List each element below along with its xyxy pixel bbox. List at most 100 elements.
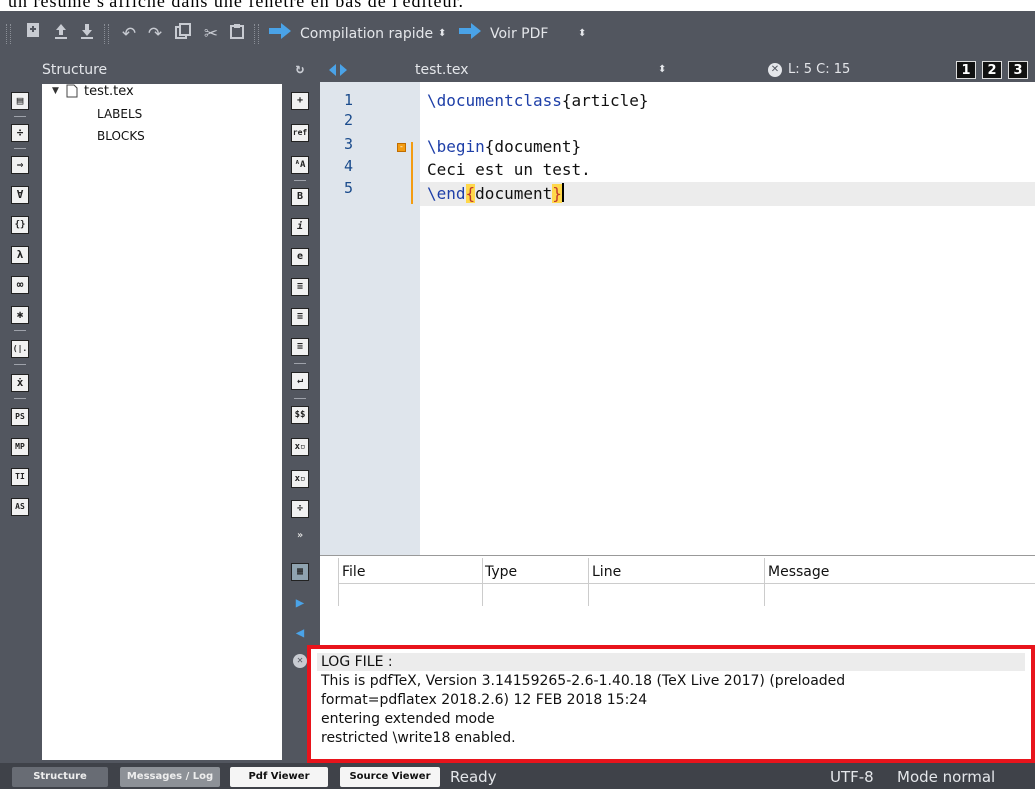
download-icon[interactable] <box>76 22 98 46</box>
line-number: 1 <box>344 91 354 109</box>
subscript-icon[interactable]: x▫ <box>291 438 309 456</box>
separator <box>294 398 306 399</box>
align-center-icon[interactable]: ≡ <box>291 308 309 326</box>
tree-root-test-tex[interactable]: test.tex <box>84 84 134 99</box>
column-line[interactable]: Line <box>592 560 621 584</box>
tab-messages-log[interactable]: Messages / Log <box>120 767 220 787</box>
compile-select[interactable]: Compilation rapide <box>300 22 433 46</box>
fold-range-bar <box>411 142 413 204</box>
refresh-icon[interactable]: ↻ <box>291 61 309 79</box>
code-command: \end <box>427 184 466 203</box>
close-file-icon[interactable]: ✕ <box>768 63 782 77</box>
align-left-icon[interactable]: ≡ <box>291 278 309 296</box>
asterisk-icon[interactable]: ✱ <box>11 306 29 324</box>
code-line-5[interactable]: \end{document} <box>427 183 564 203</box>
log-heading: LOG FILE : <box>321 654 393 670</box>
tree-expand-icon[interactable]: ▼ <box>52 86 59 96</box>
toolbar-handle[interactable] <box>6 24 11 44</box>
status-text: Ready <box>450 768 497 786</box>
structure-list-icon[interactable]: ▤ <box>11 92 29 110</box>
messages-panel: File Type Line Message LOG FILE : This i… <box>307 555 1035 763</box>
pstricks-icon[interactable]: PS <box>11 408 29 426</box>
column-divider <box>482 558 483 606</box>
next-error-icon[interactable]: ▶ <box>291 595 309 613</box>
separator <box>14 148 26 149</box>
arrows-icon[interactable]: ⇒ <box>11 156 29 174</box>
fraction-icon[interactable]: ÷ <box>291 500 309 518</box>
redo-icon[interactable]: ↷ <box>144 22 166 46</box>
separator <box>14 364 26 365</box>
compile-dropdown-icon[interactable]: ⬍ <box>438 22 446 46</box>
compile-arrow-icon[interactable] <box>266 22 294 46</box>
column-type[interactable]: Type <box>485 560 517 584</box>
bold-icon[interactable]: B <box>291 188 309 206</box>
cut-icon[interactable]: ✂ <box>200 22 222 46</box>
ref-icon[interactable]: ref <box>291 124 309 142</box>
metapost-icon[interactable]: MP <box>11 438 29 456</box>
bracket-match: { <box>465 184 476 203</box>
log-view-icon[interactable]: ▦ <box>291 563 309 581</box>
mode-indicator[interactable]: Mode normal <box>897 766 995 788</box>
back-icon[interactable] <box>325 61 351 79</box>
lambda-icon[interactable]: λ <box>11 246 29 264</box>
delimiters-icon[interactable]: (|. <box>11 340 29 358</box>
accent-icon[interactable]: ẋ <box>11 374 29 392</box>
tree-item-labels[interactable]: LABELS <box>97 107 142 121</box>
superscript-icon[interactable]: x▫ <box>291 470 309 488</box>
stop-process-icon[interactable]: ✕ <box>293 654 307 668</box>
column-divider <box>588 558 589 606</box>
tikz-icon[interactable]: TI <box>11 468 29 486</box>
log-line: restricted \write18 enabled. <box>321 730 516 746</box>
line-number: 3 <box>344 135 354 153</box>
code-command: \documentclass <box>427 91 562 110</box>
column-file[interactable]: File <box>342 560 365 584</box>
symbol-category-bar: ▤ ÷ ⇒ ∀ {} λ ∞ ✱ (|. ẋ PS MP TI AS <box>8 84 34 760</box>
code-line-4[interactable]: Ceci est un test. <box>427 160 591 179</box>
asymptote-icon[interactable]: AS <box>11 498 29 516</box>
structure-title: Structure <box>42 62 108 78</box>
braces-icon[interactable]: {} <box>11 216 29 234</box>
copy-icon[interactable] <box>172 22 194 46</box>
tab-structure[interactable]: Structure <box>12 767 108 787</box>
paste-icon[interactable] <box>226 22 248 46</box>
division-icon[interactable]: ÷ <box>11 124 29 142</box>
insert-icon[interactable]: + <box>291 92 309 110</box>
undo-icon[interactable]: ↶ <box>118 22 140 46</box>
code-line-1[interactable]: \documentclass{article} <box>427 91 649 110</box>
forall-icon[interactable]: ∀ <box>11 186 29 204</box>
font-size-icon[interactable]: ᴬA <box>291 156 309 174</box>
italic-icon[interactable]: i <box>291 218 309 236</box>
column-message[interactable]: Message <box>768 560 829 584</box>
view-button-2[interactable]: 2 <box>982 61 1002 79</box>
emph-icon[interactable]: e <box>291 248 309 266</box>
math-mode-icon[interactable]: $$ <box>291 406 309 424</box>
view-button-3[interactable]: 3 <box>1008 61 1028 79</box>
view-pdf-select[interactable]: Voir PDF <box>490 22 548 46</box>
editor-file-tab[interactable]: test.tex <box>415 58 468 82</box>
fold-marker-icon[interactable]: - <box>397 143 406 152</box>
infinity-icon[interactable]: ∞ <box>11 276 29 294</box>
upload-icon[interactable] <box>50 22 72 46</box>
file-select-dropdown-icon[interactable]: ⬍ <box>658 58 666 82</box>
view-pdf-arrow-icon[interactable] <box>456 22 484 46</box>
tree-item-blocks[interactable]: BLOCKS <box>97 129 145 143</box>
view-button-1[interactable]: 1 <box>956 61 976 79</box>
tab-pdf-viewer[interactable]: Pdf Viewer <box>230 767 328 787</box>
code-command: \begin <box>427 137 485 156</box>
code-editor[interactable]: \documentclass{article} \begin{document}… <box>420 82 1035 555</box>
view-pdf-dropdown-icon[interactable]: ⬍ <box>578 22 586 46</box>
separator <box>294 363 306 364</box>
tab-source-viewer[interactable]: Source Viewer <box>340 767 440 787</box>
encoding-indicator[interactable]: UTF-8 <box>830 766 874 788</box>
newline-icon[interactable]: ↵ <box>291 372 309 390</box>
previous-error-icon[interactable]: ◀ <box>291 625 309 643</box>
log-line: This is pdfTeX, Version 3.14159265-2.6-1… <box>321 673 846 689</box>
align-right-icon[interactable]: ≡ <box>291 338 309 356</box>
log-highlight-frame: LOG FILE : This is pdfTeX, Version 3.141… <box>307 645 1035 763</box>
new-file-icon[interactable] <box>22 22 44 46</box>
caption-strip: un résumé s'affiche dans une fenêtre en … <box>0 0 1035 11</box>
code-line-3[interactable]: \begin{document} <box>427 137 581 156</box>
editor-header: test.tex ⬍ ✕ L: 5 C: 15 1 2 3 <box>320 58 1035 82</box>
more-tools-icon[interactable]: » <box>291 528 309 546</box>
log-text[interactable]: LOG FILE : This is pdfTeX, Version 3.141… <box>321 653 1021 748</box>
